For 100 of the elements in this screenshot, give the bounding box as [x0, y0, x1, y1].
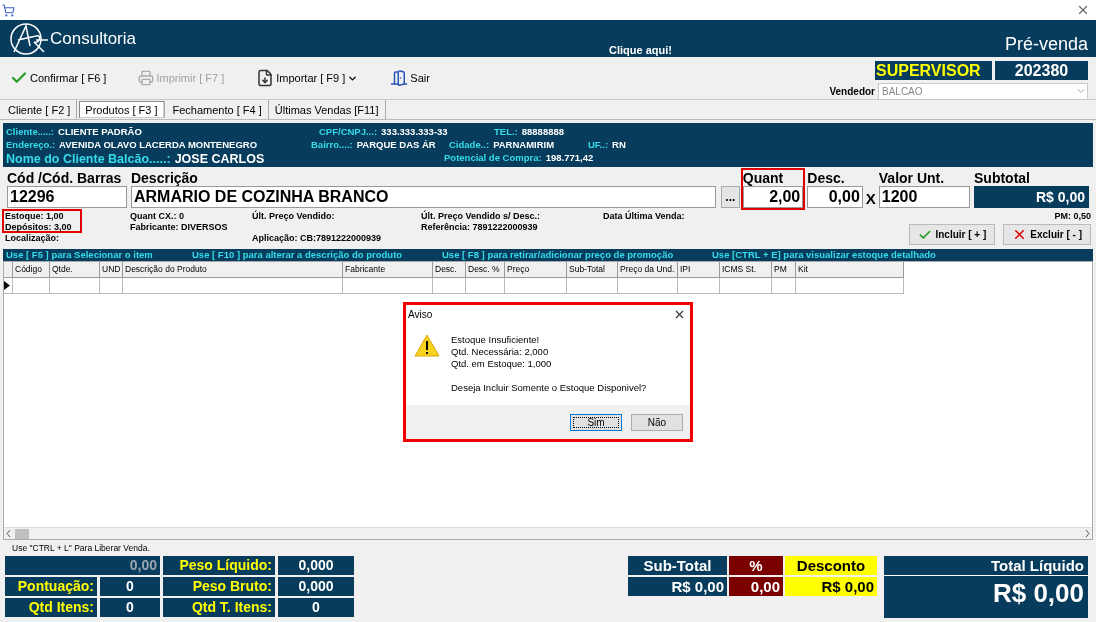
table-cell[interactable]: [567, 278, 618, 294]
info-text: Últ. Preço Vendido s/ Desc.:: [421, 211, 542, 222]
client-field: Potencial de Compra: 198.771,42: [444, 152, 1090, 166]
column-header[interactable]: Desc. %: [466, 262, 505, 278]
client-field: Cidade..: PARNAMIRIM: [449, 139, 588, 150]
total-value: 0,000: [278, 556, 354, 575]
info-text: Referência: 7891222000939: [421, 222, 539, 233]
column-header[interactable]: Sub-Total: [567, 262, 618, 278]
net-total-value: R$ 0,00: [991, 577, 1085, 610]
tab[interactable]: Produtos [ F3 ]: [79, 101, 165, 118]
action-button[interactable]: Incluir [ + ]: [909, 224, 996, 245]
user-role: SUPERVISOR: [875, 60, 992, 80]
warning-icon: [414, 334, 440, 357]
row-pointer-icon: [4, 281, 10, 290]
column-header[interactable]: Desc.: [433, 262, 466, 278]
total-value: 0: [278, 598, 354, 617]
toolbar-button[interactable]: Importar [ F9 ]: [254, 67, 361, 89]
unit-price-field[interactable]: 1200: [878, 186, 970, 208]
column-header[interactable]: ICMS St.: [720, 262, 772, 278]
dialog-button[interactable]: Sim: [570, 413, 622, 431]
total-label: Qtd Itens:: [5, 598, 97, 617]
column-header[interactable]: Kit: [796, 262, 904, 278]
discount-label: Desconto: [785, 556, 877, 575]
column-header[interactable]: Preço: [505, 262, 567, 278]
info-text: Aplicação: CB:7891222000939: [252, 233, 383, 244]
column-header[interactable]: Qtde.: [50, 262, 100, 278]
shortcut-hint: Use [CTRL + E] para visualizar estoque detalhado: [712, 249, 937, 261]
info-text: Quant CX.: 0: [130, 211, 185, 222]
multiply-sign: X: [865, 190, 876, 207]
column-header[interactable]: Preço da Und.: [618, 262, 678, 278]
info-text: PM: 0,50: [1054, 211, 1091, 222]
column-header[interactable]: PM: [772, 262, 796, 278]
column-header[interactable]: Fabricante: [343, 262, 433, 278]
table-cell[interactable]: [772, 278, 796, 294]
table-cell[interactable]: [343, 278, 433, 294]
amount-value: 0,00: [5, 556, 160, 575]
seller-select[interactable]: BALCAO: [878, 82, 1088, 100]
table-cell[interactable]: [466, 278, 505, 294]
client-field: TEL.: 88888888: [494, 126, 1090, 137]
quantity-field[interactable]: 2,00: [742, 186, 804, 208]
row-selector[interactable]: [4, 278, 13, 294]
printer-icon: [138, 70, 155, 86]
client-field: Nome do Cliente Balcão.....: JOSE CARLOS: [6, 152, 444, 166]
action-button[interactable]: Excluir [ - ]: [1003, 224, 1091, 245]
table-cell[interactable]: [678, 278, 720, 294]
dialog-question: Deseja Incluir Somente o Estoque Disponivel?: [451, 382, 647, 394]
table-cell[interactable]: [50, 278, 100, 294]
net-total-label: Total Líquido: [884, 556, 1088, 576]
description-field[interactable]: ARMARIO DE COZINHA BRANCO: [130, 186, 716, 208]
column-header[interactable]: IPI: [678, 262, 720, 278]
discount-label: Desc.: [807, 170, 846, 186]
column-header[interactable]: Descrição do Produto: [123, 262, 343, 278]
toolbar-button[interactable]: Confirmar [ F6 ]: [8, 67, 109, 89]
horizontal-scrollbar[interactable]: [4, 527, 1092, 539]
subtotal-value: R$ 0,00: [974, 186, 1089, 208]
tab[interactable]: Últimas Vendas [F11]: [268, 100, 386, 119]
info-text: Localização:: [5, 233, 61, 244]
code-label: Cód /Cód. Barras: [7, 170, 123, 186]
table-cell[interactable]: [618, 278, 678, 294]
subtotal-label: Subtotal: [974, 170, 1031, 186]
info-text: Depósitos: 3,00: [5, 222, 72, 232]
scroll-left-icon[interactable]: [6, 530, 11, 537]
dialog-message: Estoque Insuficiente!: [451, 334, 541, 346]
column-header[interactable]: UND: [100, 262, 123, 278]
table-cell[interactable]: [100, 278, 123, 294]
dialog-message: Qtd. Necessária: 2,000: [451, 346, 550, 358]
table-cell[interactable]: [13, 278, 50, 294]
table-cell[interactable]: [123, 278, 343, 294]
close-icon[interactable]: [673, 308, 686, 321]
scroll-thumb[interactable]: [15, 528, 29, 539]
info-text: Fabricante: DIVERSOS: [130, 222, 229, 233]
tab[interactable]: Cliente [ F2 ]: [2, 100, 78, 119]
close-icon[interactable]: [1076, 3, 1090, 17]
click-here-link[interactable]: Clique aqui!: [609, 44, 672, 56]
toolbar-button[interactable]: Sair: [388, 67, 432, 89]
column-header[interactable]: Código: [13, 262, 50, 278]
shortcut-hint: Use [ F8 ] para retirar/adicionar preço de promoção: [442, 249, 675, 261]
table-cell[interactable]: [433, 278, 466, 294]
user-code: 202380: [995, 60, 1088, 80]
search-product-button[interactable]: ...: [720, 186, 740, 208]
info-text: Estoque: 1,00: [5, 211, 64, 221]
table-cell[interactable]: [720, 278, 772, 294]
discount-field[interactable]: 0,00: [807, 186, 863, 208]
table-cell[interactable]: [505, 278, 567, 294]
total-label: Qtd T. Itens:: [163, 598, 275, 617]
subtotal-label: Sub-Total: [628, 556, 727, 575]
code-field[interactable]: 12296: [7, 186, 127, 208]
table-cell[interactable]: [796, 278, 904, 294]
shortcut-hint: Use [ F5 ] para Selecionar o item: [6, 249, 154, 261]
client-field: CPF/CNPJ...: 333.333.333-33: [319, 126, 494, 137]
app-icon: [2, 3, 15, 17]
tab[interactable]: Fechamento [ F4 ]: [166, 100, 269, 119]
client-field: UF..: RN: [588, 139, 1090, 150]
dialog-button[interactable]: Não: [631, 413, 683, 431]
brand-name: Consultoria: [50, 28, 136, 49]
scroll-right-icon[interactable]: [1085, 530, 1090, 537]
footer-note: Use "CTRL + L" Para Liberar Venda.: [12, 543, 151, 553]
percent-label: %: [729, 556, 783, 575]
discount-value: R$ 0,00: [785, 577, 877, 596]
total-value: 0: [100, 577, 160, 596]
